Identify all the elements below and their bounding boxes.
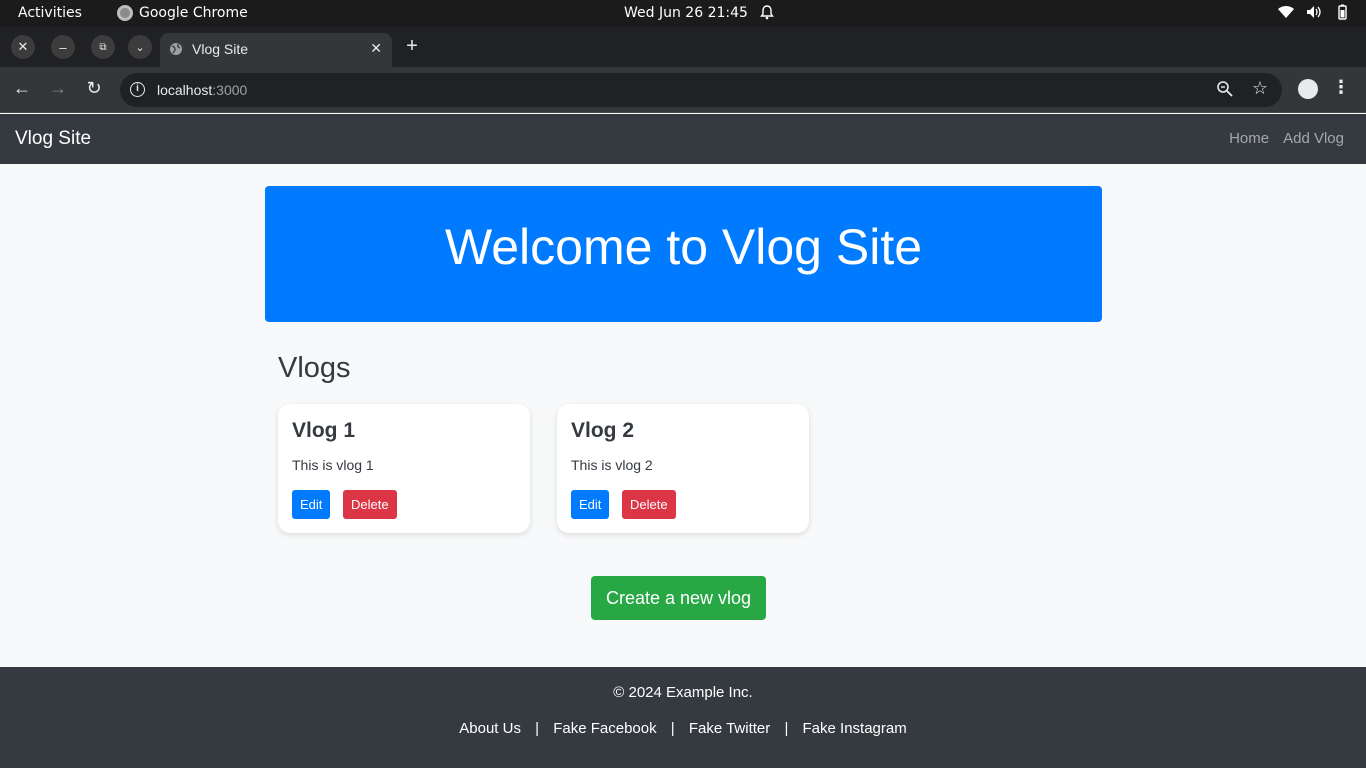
footer-links: About Us | Fake Facebook | Fake Twitter … [0, 720, 1366, 737]
notification-bell-icon[interactable] [759, 4, 775, 24]
window-close-icon[interactable]: ✕ [11, 35, 35, 59]
tab-close-icon[interactable]: ✕ [370, 40, 382, 57]
volume-icon [1307, 6, 1321, 18]
navbar-links: Home Add Vlog [1229, 130, 1344, 147]
hero-jumbotron: Welcome to Vlog Site [265, 186, 1102, 322]
footer-link-instagram[interactable]: Fake Instagram [803, 720, 907, 737]
hero-title: Welcome to Vlog Site [444, 219, 923, 275]
forward-arrow-icon[interactable]: → [46, 78, 70, 99]
footer-link-about-us[interactable]: About Us [459, 720, 521, 737]
window-minimize-icon[interactable]: – [51, 35, 75, 59]
nav-link-home[interactable]: Home [1229, 130, 1269, 147]
tab-strip: ✕ – ⧉ ⌄ Vlog Site ✕ + [0, 27, 1366, 67]
bookmark-star-icon[interactable]: ☆ [1252, 78, 1268, 99]
app-menu[interactable]: Google Chrome [117, 5, 248, 21]
browser-menu-kebab-icon[interactable]: ⋮ [1332, 77, 1350, 98]
os-top-bar: Activities Google Chrome Wed Jun 26 21:4… [0, 0, 1366, 27]
reload-icon[interactable]: ↻ [82, 78, 106, 99]
tab-search-chevron-down-icon[interactable]: ⌄ [128, 35, 152, 59]
back-arrow-icon[interactable]: ← [10, 78, 34, 99]
tab-vlog-site[interactable]: Vlog Site ✕ [160, 33, 392, 67]
app-name-label: Google Chrome [139, 5, 248, 21]
url-text[interactable]: localhost:3000 [157, 82, 247, 98]
edit-button[interactable]: Edit [571, 490, 610, 519]
navbar-brand[interactable]: Vlog Site [15, 128, 91, 150]
footer-link-twitter[interactable]: Fake Twitter [689, 720, 770, 737]
delete-button[interactable]: Delete [622, 490, 676, 519]
battery-icon [1338, 4, 1347, 20]
activities-button[interactable]: Activities [18, 5, 82, 21]
vlog-card: Vlog 1 This is vlog 1 Edit Delete [278, 404, 530, 533]
vlog-card-title: Vlog 2 [571, 419, 635, 442]
vlog-card-title: Vlog 1 [292, 419, 356, 442]
tab-title: Vlog Site [192, 41, 249, 57]
window-restore-icon[interactable]: ⧉ [91, 35, 115, 59]
footer-separator: | [784, 720, 789, 737]
profile-avatar-icon[interactable] [1298, 79, 1318, 99]
vlog-card: Vlog 2 This is vlog 2 Edit Delete [557, 404, 809, 533]
vlog-card-body: This is vlog 1 [292, 457, 374, 473]
nav-link-add-vlog[interactable]: Add Vlog [1283, 130, 1344, 147]
delete-button[interactable]: Delete [343, 490, 397, 519]
browser-toolbar: ← → ↻ i localhost:3000 ☆ ⋮ [0, 67, 1366, 113]
footer-separator: | [670, 720, 675, 737]
chrome-icon [117, 5, 133, 21]
vlog-card-body: This is vlog 2 [571, 457, 653, 473]
site-footer: © 2024 Example Inc. About Us | Fake Face… [0, 667, 1366, 768]
vlogs-heading: Vlogs [278, 352, 351, 384]
zoom-magnifier-icon[interactable] [1216, 80, 1234, 98]
footer-link-facebook[interactable]: Fake Facebook [553, 720, 656, 737]
new-tab-plus-icon[interactable]: + [401, 35, 423, 58]
clock[interactable]: Wed Jun 26 21:45 [624, 5, 748, 21]
site-navbar: Vlog Site Home Add Vlog [0, 114, 1366, 164]
site-info-icon[interactable]: i [130, 82, 145, 97]
create-vlog-button[interactable]: Create a new vlog [591, 576, 766, 620]
globe-icon [170, 43, 182, 55]
address-bar[interactable]: i localhost:3000 ☆ [120, 73, 1282, 107]
wifi-icon [1278, 5, 1294, 19]
footer-copyright: © 2024 Example Inc. [613, 684, 753, 701]
system-tray[interactable] [1278, 4, 1350, 20]
footer-separator: | [535, 720, 540, 737]
edit-button[interactable]: Edit [292, 490, 331, 519]
